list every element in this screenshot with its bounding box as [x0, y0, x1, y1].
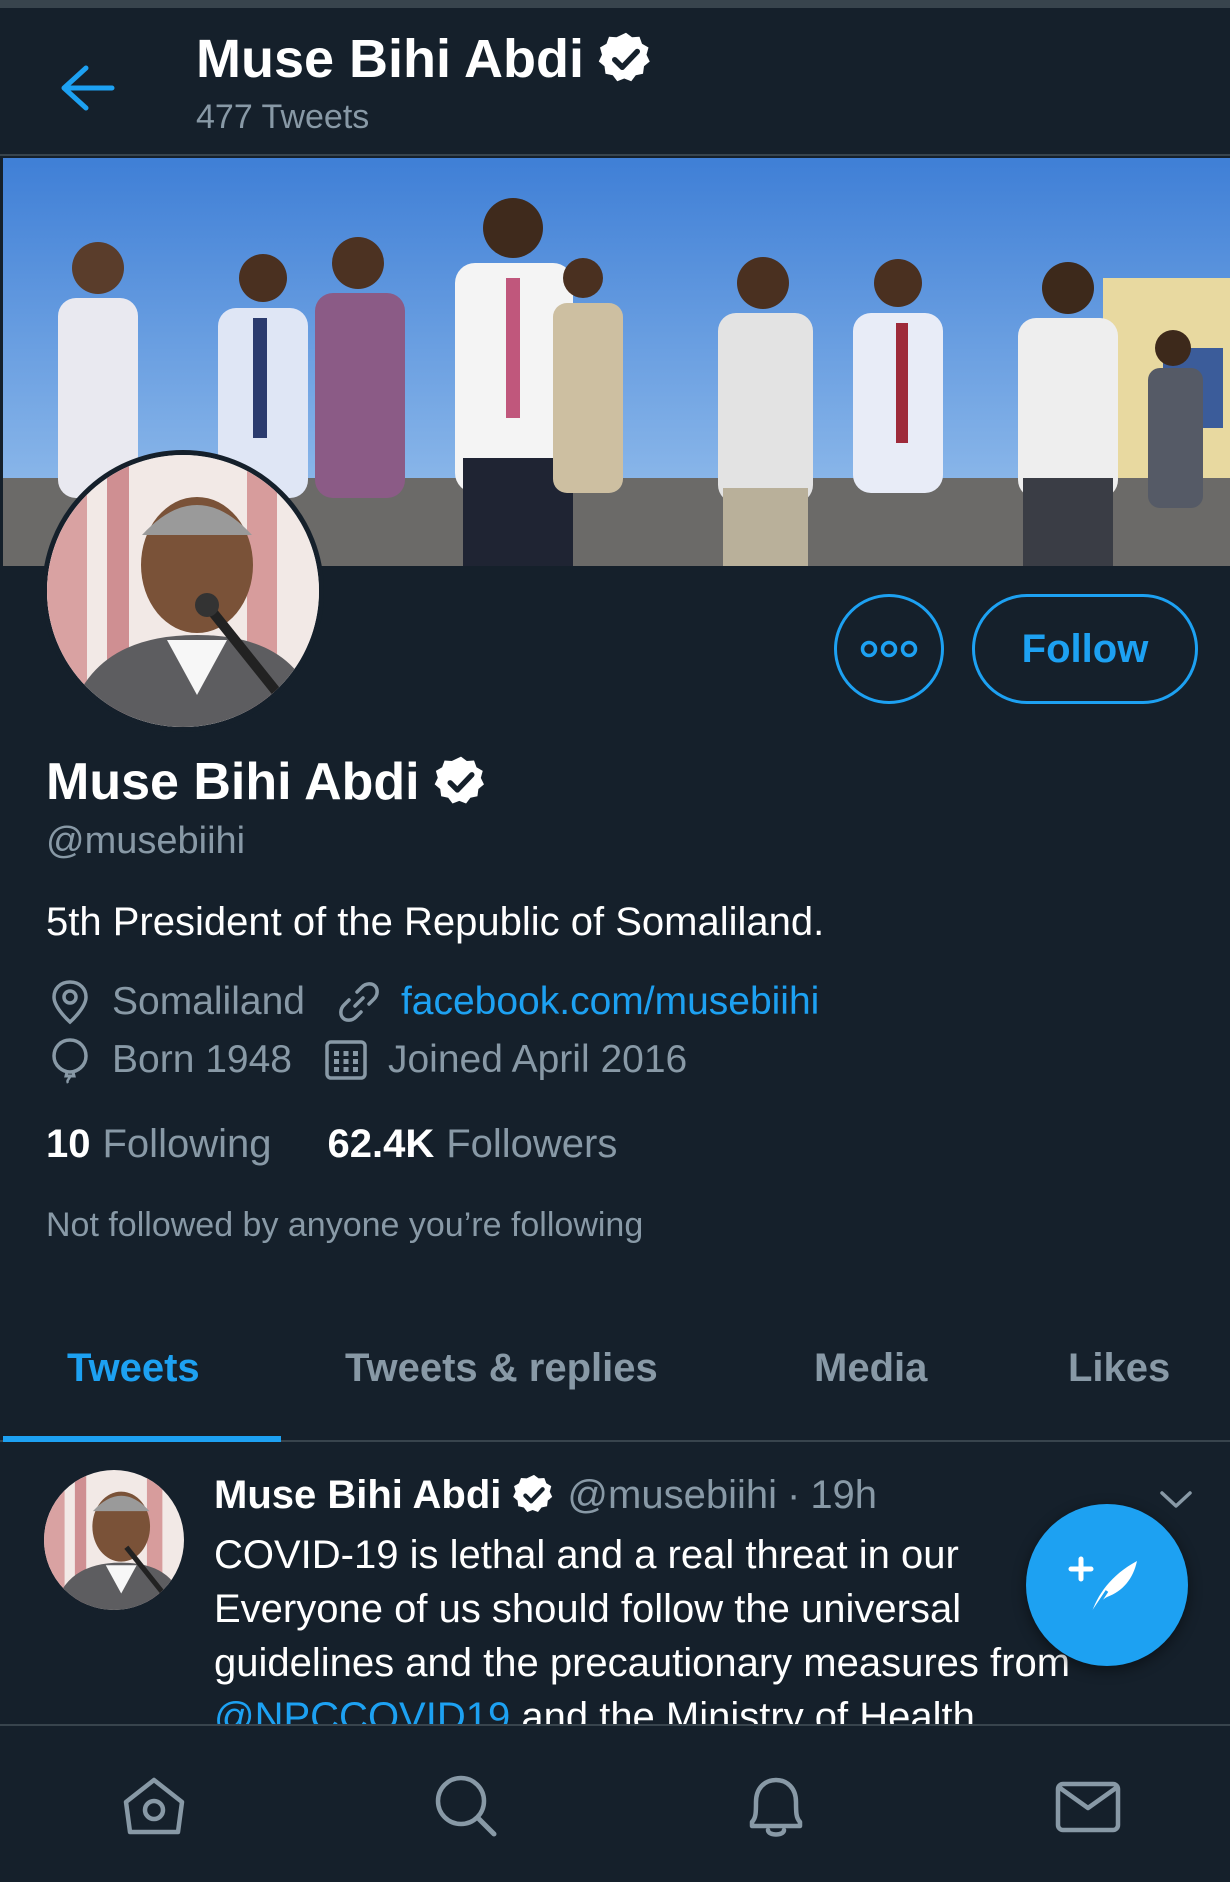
birthdate-text: Born 1948 — [112, 1038, 292, 1081]
birthdate: Born 1948 — [46, 1036, 292, 1084]
verified-badge-icon — [513, 1474, 553, 1513]
following-label: Following — [102, 1122, 272, 1166]
calendar-icon — [325, 1040, 367, 1080]
link-icon — [339, 982, 379, 1022]
profile-meta-row-2: Born 1948 Joined April 2016 — [46, 1036, 717, 1084]
header-title: Muse Bihi Abdi — [196, 28, 656, 90]
tweet-count: 477 Tweets — [196, 98, 370, 136]
tab-media[interactable]: Media — [814, 1346, 927, 1391]
website[interactable]: facebook.com/musebiihi — [335, 978, 819, 1026]
profile-meta-row-1: Somaliland facebook.com/musebiihi — [46, 978, 849, 1026]
profile-tabs: Tweets Tweets & replies Media Likes — [0, 1318, 1230, 1442]
verified-badge-icon — [598, 32, 650, 82]
more-dots-icon — [860, 640, 918, 658]
website-link[interactable]: facebook.com/musebiihi — [401, 980, 819, 1024]
messages-icon[interactable] — [1050, 1768, 1126, 1844]
balloon-icon — [52, 1038, 88, 1084]
search-icon[interactable] — [428, 1768, 504, 1844]
tweet-line: @NPCCOVID19 and the Ministry of Health — [214, 1690, 1214, 1724]
profile-header: Muse Bihi Abdi 477 Tweets — [0, 8, 1230, 156]
followed-by-text: Not followed by anyone you’re following — [46, 1206, 644, 1244]
more-options-button[interactable] — [834, 594, 944, 704]
followers-count: 62.4K — [327, 1122, 435, 1166]
tweet-line-rest: and the Ministry of Health — [510, 1695, 975, 1724]
tweet-time[interactable]: 19h — [810, 1473, 877, 1518]
tweet-separator: · — [786, 1472, 801, 1517]
followers-label: Followers — [446, 1122, 618, 1166]
tab-likes[interactable]: Likes — [1068, 1346, 1170, 1391]
notifications-icon[interactable] — [738, 1768, 814, 1844]
tab-tweets[interactable]: Tweets — [67, 1346, 200, 1391]
mention-link[interactable]: @NPCCOVID19 — [214, 1695, 510, 1724]
tab-tweets-replies[interactable]: Tweets & replies — [345, 1346, 658, 1391]
location-pin-icon — [52, 980, 88, 1025]
location-text: Somaliland — [112, 980, 305, 1023]
profile-bio: 5th President of the Republic of Somalil… — [46, 900, 825, 944]
followers-stat[interactable]: 62.4K Followers — [327, 1122, 617, 1167]
profile-handle: @musebiihi — [46, 820, 246, 862]
home-icon[interactable] — [116, 1768, 192, 1844]
back-arrow-icon[interactable] — [56, 60, 120, 116]
profile-avatar[interactable] — [42, 450, 324, 732]
following-stat[interactable]: 10 Following — [46, 1122, 271, 1167]
follow-button[interactable]: Follow — [972, 594, 1198, 704]
tweet-author-handle: @musebiihi — [567, 1472, 777, 1517]
tweet-header: Muse Bihi Abdi @musebiihi · 19h — [214, 1472, 877, 1518]
follow-stats: 10 Following 62.4K Followers — [46, 1122, 617, 1167]
verified-badge-icon — [434, 756, 484, 804]
compose-tweet-button[interactable] — [1026, 1504, 1188, 1666]
tweet-author-name[interactable]: Muse Bihi Abdi — [214, 1473, 501, 1518]
chevron-down-icon[interactable] — [1156, 1484, 1196, 1514]
tweet-avatar[interactable] — [44, 1470, 184, 1610]
location: Somaliland — [46, 978, 305, 1026]
active-tab-indicator — [3, 1436, 281, 1442]
bottom-navigation — [0, 1724, 1230, 1882]
join-date-text: Joined April 2016 — [387, 1038, 688, 1081]
status-strip — [0, 0, 1230, 8]
profile-name: Muse Bihi Abdi — [46, 752, 490, 812]
profile-name-text: Muse Bihi Abdi — [46, 753, 420, 811]
header-name-text: Muse Bihi Abdi — [196, 29, 584, 89]
join-date: Joined April 2016 — [322, 1036, 687, 1084]
compose-feather-icon — [1068, 1556, 1137, 1616]
following-count: 10 — [46, 1122, 91, 1166]
